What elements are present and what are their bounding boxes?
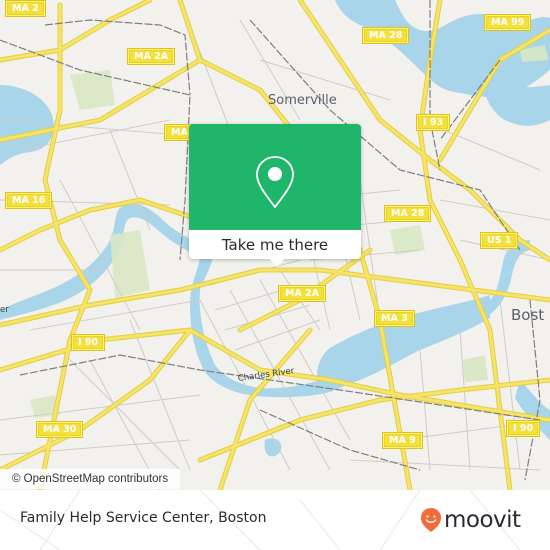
jamaica-pond-muddy: [264, 438, 282, 457]
place-label-boston: Bost: [511, 306, 545, 324]
map-pin-icon: [256, 156, 294, 209]
route-shield-ma-2a-south: MA 2A: [277, 285, 327, 302]
location-popup[interactable]: Take me there: [189, 124, 361, 267]
map-attribution[interactable]: © OpenStreetMap contributors: [0, 469, 181, 489]
route-shield-ma-16: MA 16: [4, 192, 53, 209]
route-shield-ma-99: MA 99: [483, 14, 532, 31]
route-shield-ma-30: MA 30: [35, 421, 84, 438]
route-shield-ma-2: MA 2: [5, 0, 46, 17]
route-shield-ma-3: MA 3: [374, 310, 415, 327]
boston-harbor-east: [480, 80, 550, 126]
place-label-somerville: Somerville: [268, 93, 337, 108]
popup-pointer: [268, 257, 286, 267]
map-view[interactable]: MA 2 MA 2A MA 28 MA 99 MA 2 I 93 MA 16 M…: [0, 0, 550, 490]
park: [462, 355, 488, 382]
moovit-logo[interactable]: moovit: [420, 504, 521, 536]
route-shield-ma-2a: MA 2A: [126, 48, 176, 65]
moovit-pin-icon: [421, 508, 441, 532]
moovit-wordmark: moovit: [444, 507, 521, 533]
route-shield-i-90-east: I 90: [505, 420, 541, 437]
take-me-there-button[interactable]: Take me there: [189, 230, 361, 259]
route-shield-i-93: I 93: [415, 114, 451, 131]
footer-bar: Family Help Service Center, Boston moovi…: [0, 490, 550, 550]
place-title: Family Help Service Center, Boston: [20, 510, 267, 526]
route-shield-ma-28: MA 28: [361, 27, 410, 44]
place-label-river-partial: er: [0, 305, 9, 315]
route-shield-ma-28-south: MA 28: [383, 205, 432, 222]
route-shield-ma-9: MA 9: [382, 432, 423, 449]
route-shield-us-1: US 1: [479, 232, 519, 249]
fresh-pond: [0, 85, 54, 165]
route-shield-i-90-west: I 90: [70, 334, 106, 351]
park: [110, 230, 150, 298]
popup-header: [189, 124, 361, 230]
